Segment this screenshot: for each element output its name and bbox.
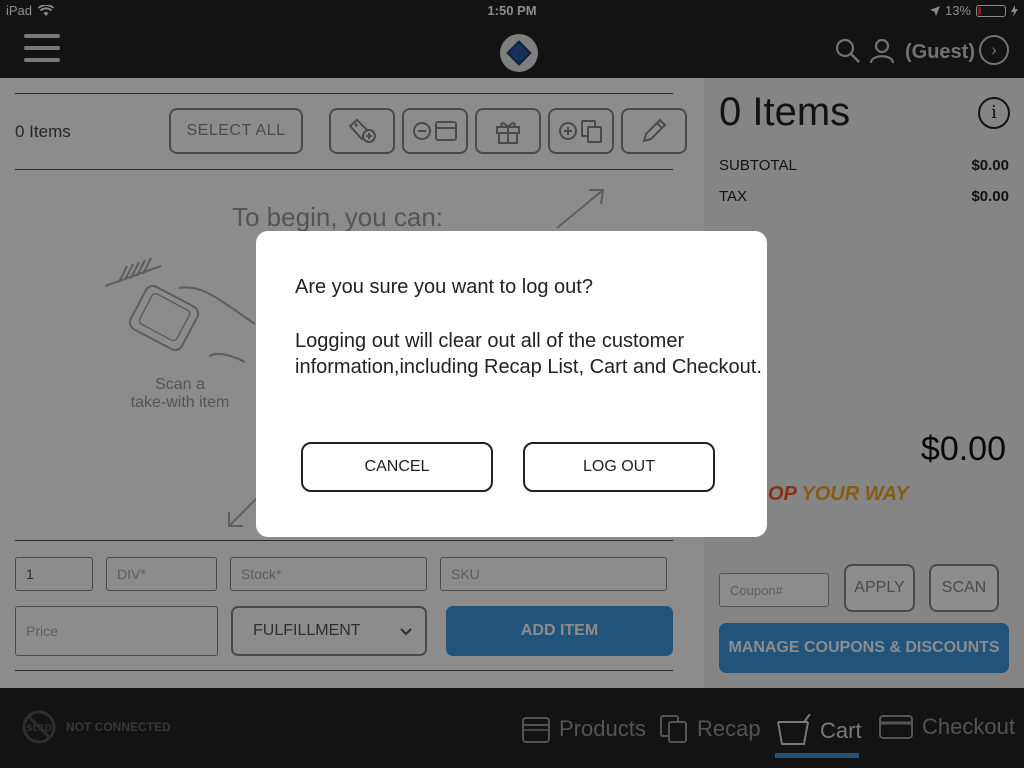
cancel-button[interactable]: CANCEL xyxy=(301,442,493,492)
logout-button[interactable]: LOG OUT xyxy=(523,442,715,492)
logout-dialog: Are you sure you want to log out? Loggin… xyxy=(256,231,767,537)
dialog-message: Logging out will clear out all of the cu… xyxy=(295,330,762,378)
dialog-title: Are you sure you want to log out? xyxy=(295,276,593,298)
